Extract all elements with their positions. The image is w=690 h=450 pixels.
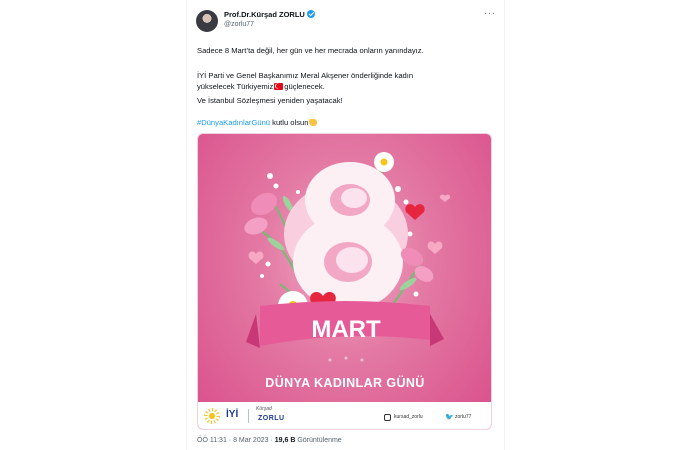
- author-handle[interactable]: @zorlu77: [224, 21, 254, 28]
- view-count: 19,6 B: [274, 437, 296, 444]
- tweet-media-image[interactable]: MART DÜNYA KADINLAR GÜNÜ İYİ Kürşad ZORL…: [197, 133, 492, 430]
- twitter-handle: zorlu77: [455, 414, 472, 420]
- tweet-text-segment: güçlenecek.: [284, 82, 325, 91]
- tweet-text-line: İYİ Parti ve Genel Başkanımız Meral Akşe…: [197, 71, 414, 80]
- verified-badge-icon: [307, 10, 315, 18]
- meta-separator: ·: [270, 437, 273, 444]
- meta-separator: ·: [228, 437, 232, 444]
- twitter-bird-icon: 🐦: [445, 414, 454, 421]
- tweet-meta: ÖÖ 11:31 · 8 Mar 2023 · 19,6 B Görüntüle…: [197, 437, 342, 444]
- more-options-icon[interactable]: ···: [484, 9, 496, 19]
- tweet-text-line: #DünyaKadınlarGünü kutlu olsun: [197, 118, 318, 127]
- tweet-date[interactable]: 8 Mar 2023: [233, 437, 268, 444]
- image-footer-band: İYİ Kürşad ZORLU kursad_zorlu 🐦 zorlu77: [198, 402, 491, 429]
- tweet-time[interactable]: ÖÖ 11:31: [197, 437, 227, 444]
- turkey-flag-icon: [274, 83, 284, 90]
- tweet-text-segment: kutlu olsun: [270, 118, 309, 127]
- tweet-text-line: yükselecek Türkiyemiz güçlenecek.: [197, 82, 325, 91]
- author-name[interactable]: Prof.Dr.Kürşad ZORLU: [224, 10, 305, 19]
- tweet-text-line: Sadece 8 Mart’ta değil, her gün ve her m…: [197, 46, 424, 55]
- signature-text: Kürşad: [256, 406, 272, 412]
- author-avatar[interactable]: [196, 10, 218, 32]
- party-logo-text: İYİ: [226, 409, 239, 420]
- tweet-border-right: [504, 0, 505, 450]
- swirl-ornament: [328, 356, 364, 362]
- hashtag-link[interactable]: #DünyaKadınlarGünü: [197, 118, 270, 127]
- instagram-handle: kursad_zorlu: [394, 414, 423, 420]
- iyi-party-sun-icon: [206, 410, 218, 422]
- banner-word: MART: [311, 316, 381, 343]
- instagram-icon: [384, 414, 391, 421]
- logo-divider: [248, 409, 249, 423]
- number-eight: [284, 162, 408, 310]
- signature-name: ZORLU: [258, 415, 285, 422]
- tweet-text-line: Ve İstanbul Sözleşmesi yeniden yaşatacak…: [197, 96, 343, 105]
- tweet-text-segment: yükselecek Türkiyemiz: [197, 82, 274, 91]
- clapping-hands-icon: [309, 118, 318, 126]
- tweet-border-left: [186, 0, 187, 450]
- view-count-label: Görüntülenme: [297, 437, 342, 444]
- image-subtitle: DÜNYA KADINLAR GÜNÜ: [265, 375, 424, 390]
- womens-day-illustration: MART DÜNYA KADINLAR GÜNÜ: [244, 152, 451, 390]
